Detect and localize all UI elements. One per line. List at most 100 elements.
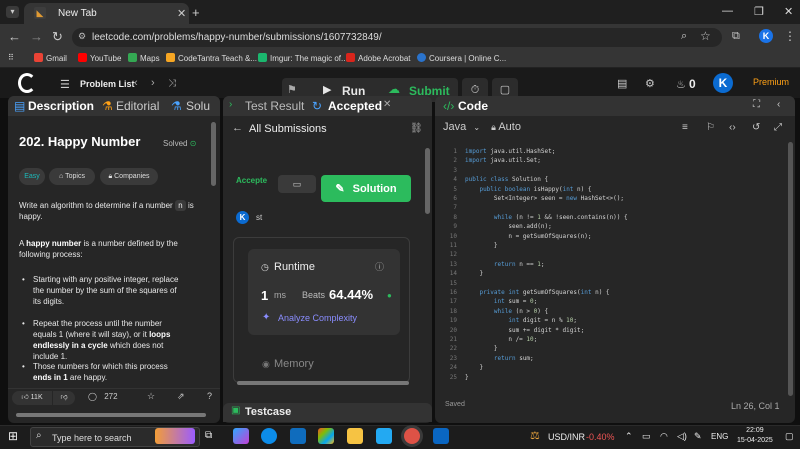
code-line[interactable]: } xyxy=(465,270,483,277)
description-hscrollbar[interactable] xyxy=(16,413,206,417)
zoom-icon[interactable]: ⌕ xyxy=(681,30,687,43)
code-line[interactable]: import java.util.Set; xyxy=(465,157,541,164)
bookmark-icon[interactable]: ⚐ xyxy=(706,122,715,133)
code-line[interactable]: n /= 10; xyxy=(465,336,537,343)
dislike-button[interactable]: 👎︎ xyxy=(53,391,75,405)
code-line[interactable]: import java.util.HashSet; xyxy=(465,148,555,155)
tab-test-result[interactable]: Test Result xyxy=(245,99,304,113)
list-icon[interactable]: ☰ xyxy=(60,78,70,91)
copilot-icon[interactable] xyxy=(233,428,249,444)
streak-count[interactable]: 0 xyxy=(689,77,696,91)
maximize-icon[interactable]: ⛶ xyxy=(753,99,760,110)
code-line[interactable]: } xyxy=(465,242,498,249)
info-icon[interactable]: ⓘ xyxy=(375,260,384,273)
mode-select[interactable]: Auto xyxy=(498,121,521,133)
bookmark-adobe[interactable]: Adobe Acrobat xyxy=(346,53,410,63)
ticker-label[interactable]: USD/INR xyxy=(548,432,585,442)
clock[interactable]: 22:09 15-04-2025 xyxy=(737,426,773,446)
format-icon[interactable]: ≡ xyxy=(682,122,688,133)
next-problem-icon[interactable]: › xyxy=(151,77,155,89)
submitter-name[interactable]: st xyxy=(256,213,262,222)
braces-icon[interactable]: ‹› xyxy=(729,122,736,133)
code-scrollbar[interactable] xyxy=(788,142,793,396)
code-line[interactable]: int digit = n % 10; xyxy=(465,317,577,324)
code-line[interactable]: public boolean isHappy(int n) { xyxy=(465,186,591,193)
windows-start-icon[interactable]: ⊞ xyxy=(8,429,18,443)
apps-icon[interactable]: ⠿ xyxy=(8,53,14,62)
code-line[interactable]: return sum; xyxy=(465,355,534,362)
notifications-icon[interactable]: ▢ xyxy=(785,431,794,442)
volume-icon[interactable]: ◁) xyxy=(677,431,687,442)
prev-problem-icon[interactable]: ‹ xyxy=(134,77,138,89)
code-line[interactable]: public class Solution { xyxy=(465,176,548,183)
chrome-icon[interactable] xyxy=(404,428,420,444)
solution-button[interactable]: ✎ Solution xyxy=(321,175,411,202)
code-line[interactable]: while (n > 0) { xyxy=(465,308,548,315)
memory-label[interactable]: Memory xyxy=(274,358,314,370)
companies-chip[interactable]: 🔒︎ Companies xyxy=(100,168,158,185)
tab-description[interactable]: Description xyxy=(28,99,94,113)
submission-hscrollbar[interactable] xyxy=(237,381,409,385)
comments-button[interactable]: ◯ 272 xyxy=(88,392,118,401)
favorite-star-icon[interactable]: ☆ xyxy=(147,391,155,402)
pen-icon[interactable]: ✎ xyxy=(694,431,702,442)
difficulty-badge[interactable]: Easy xyxy=(19,168,45,185)
all-submissions-link[interactable]: All Submissions xyxy=(249,123,327,135)
search-highlight-icon[interactable] xyxy=(155,428,195,444)
description-scrollbar[interactable] xyxy=(211,122,216,186)
topics-chip[interactable]: ⌂ Topics xyxy=(49,168,95,185)
extensions-icon[interactable]: ⧉ xyxy=(732,30,740,43)
file-explorer-icon[interactable] xyxy=(347,428,363,444)
debug-icon[interactable]: ⚑ xyxy=(287,83,297,96)
reset-icon[interactable]: ↺ xyxy=(752,122,760,133)
tab-code[interactable]: Code xyxy=(458,99,488,113)
ticker-change[interactable]: -0.40% xyxy=(586,432,615,442)
language-select[interactable]: Java xyxy=(443,121,466,133)
battery-icon[interactable]: ▭ xyxy=(642,431,651,442)
site-info-icon[interactable]: ⚙ xyxy=(78,31,86,42)
submitter-avatar[interactable]: K xyxy=(236,211,249,224)
shuffle-icon[interactable]: ⤨ xyxy=(168,78,176,89)
profile-avatar[interactable]: K xyxy=(759,29,773,43)
tab-accepted[interactable]: Accepted xyxy=(328,99,382,113)
layout-icon[interactable]: ▤ xyxy=(617,77,627,90)
leetcode-logo-icon[interactable] xyxy=(18,73,36,93)
user-avatar[interactable]: K xyxy=(713,73,733,93)
bookmark-imgur[interactable]: Imgur: The magic of... xyxy=(258,53,348,63)
new-tab-icon[interactable]: + xyxy=(192,5,200,20)
code-line[interactable]: return n == 1; xyxy=(465,261,545,268)
back-arrow-icon[interactable]: ← xyxy=(232,122,243,134)
analyze-complexity-link[interactable]: Analyze Complexity xyxy=(278,313,357,323)
close-tab-accepted-icon[interactable]: ✕ xyxy=(383,99,391,110)
code-line[interactable]: Set<Integer> seen = new HashSet<>(); xyxy=(465,195,624,202)
chevron-up-icon[interactable]: ⌃ xyxy=(625,431,633,442)
code-line[interactable]: private int getSumOfSquares(int n) { xyxy=(465,289,609,296)
link-icon[interactable]: ⛓ xyxy=(410,123,423,134)
menu-icon[interactable]: ⋮ xyxy=(784,29,796,43)
code-line[interactable]: int sum = 0; xyxy=(465,298,537,305)
bookmark-youtube[interactable]: YouTube xyxy=(78,53,121,63)
problem-list-link[interactable]: Problem List xyxy=(80,79,135,89)
submission-scrollbar[interactable] xyxy=(425,148,430,214)
forward-icon[interactable]: → xyxy=(30,29,43,44)
bookmark-codetantra[interactable]: CodeTantra Teach &... xyxy=(166,53,257,63)
language-indicator[interactable]: ENG xyxy=(711,432,728,441)
bookmark-gmail[interactable]: Gmail xyxy=(34,53,67,63)
linkedin-icon[interactable] xyxy=(433,428,449,444)
store-icon[interactable] xyxy=(318,428,334,444)
tab-search-icon[interactable]: ▾ xyxy=(6,6,19,18)
bookmark-star-icon[interactable]: ☆ xyxy=(700,29,711,43)
tab-editorial[interactable]: Editorial xyxy=(116,99,159,113)
mail-icon[interactable] xyxy=(290,428,306,444)
url-text[interactable]: leetcode.com/problems/happy-number/submi… xyxy=(92,32,382,43)
expand-icon[interactable]: ⤢ xyxy=(774,122,782,133)
testcase-tab[interactable]: Testcase xyxy=(245,406,291,418)
code-line[interactable]: seen.add(n); xyxy=(465,223,551,230)
code-line[interactable]: sum += digit * digit; xyxy=(465,327,584,334)
code-line[interactable]: } xyxy=(465,364,483,371)
browser-tab[interactable]: ◣ New Tab ✕ xyxy=(24,3,189,24)
editorial-button[interactable]: ▭ xyxy=(278,175,316,193)
collapse-icon[interactable]: ‹ xyxy=(777,99,780,110)
reload-icon[interactable]: ↻ xyxy=(52,29,63,45)
code-line[interactable]: } xyxy=(465,345,498,352)
